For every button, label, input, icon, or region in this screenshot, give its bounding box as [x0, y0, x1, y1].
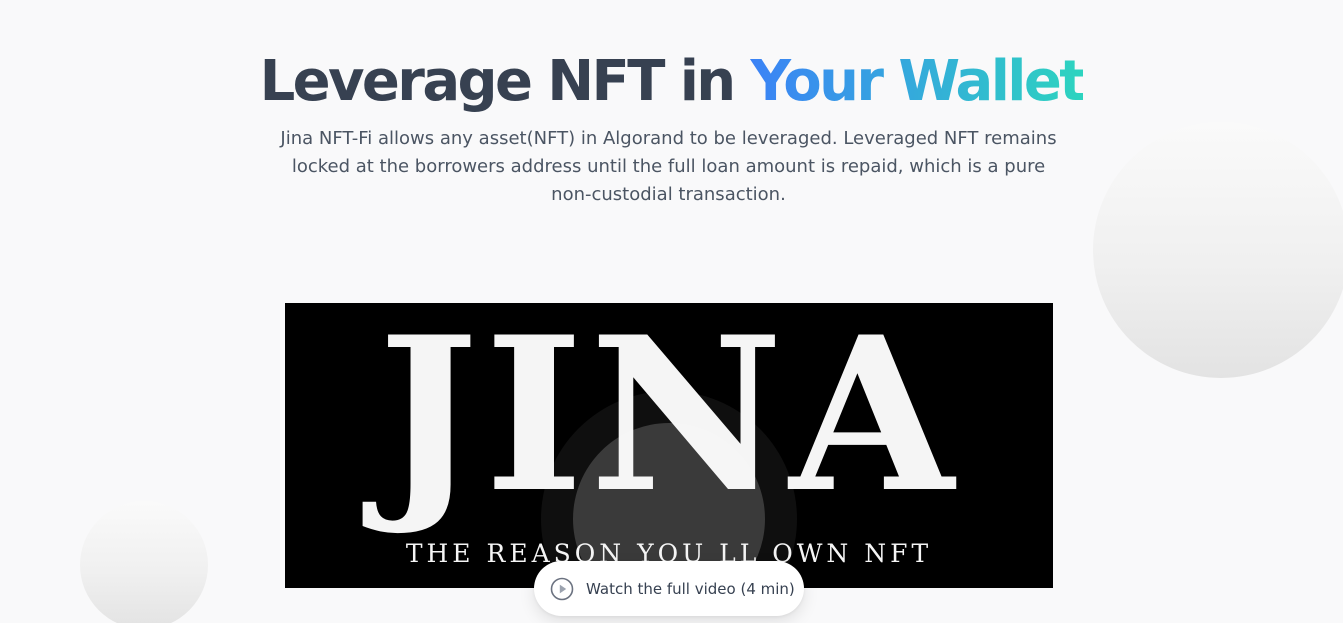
hero-title-main: Leverage NFT in [259, 49, 751, 114]
play-circle-icon [550, 577, 574, 601]
hero-description: Jina NFT-Fi allows any asset(NFT) in Alg… [280, 128, 1057, 205]
hero-title: Leverage NFT in Your Wallet [0, 44, 1343, 120]
decorative-circle-left [80, 501, 208, 623]
decorative-circle-right [1093, 122, 1343, 378]
landing-page: Leverage NFT in Your Wallet Jina NFT-Fi … [0, 0, 1343, 623]
video-thumbnail[interactable]: JINA THE REASON YOU LL OWN NFT [285, 303, 1053, 588]
watch-video-label: Watch the full video (4 min) [586, 579, 795, 598]
hero-title-highlight: Your Wallet [750, 49, 1086, 114]
watch-video-button[interactable]: Watch the full video (4 min) [534, 561, 804, 616]
